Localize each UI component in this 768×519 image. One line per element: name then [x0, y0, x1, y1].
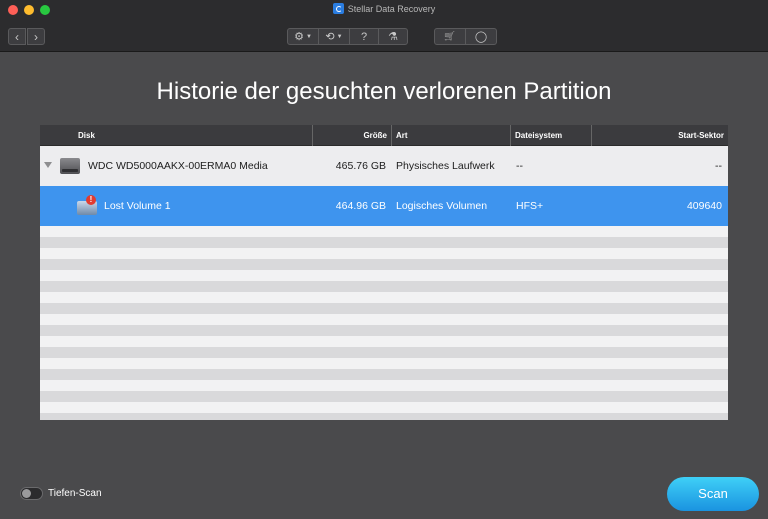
title-bar: Stellar Data Recovery ‹ › ⚙ ▼ ⟲ ▼ ? ⚗ 🛒 ◯ [0, 0, 768, 52]
disk-filesystem: -- [516, 160, 523, 172]
chevron-down-icon: ▼ [305, 33, 312, 40]
partition-history-table: Disk Größe Art Dateisystem Start-Sektor … [40, 125, 728, 420]
user-icon: ◯ [474, 31, 488, 43]
empty-row [40, 413, 728, 420]
column-type[interactable]: Art [392, 125, 511, 146]
column-disk[interactable]: Disk [40, 125, 313, 146]
stellar-logo-icon [332, 3, 344, 14]
analyze-button[interactable]: ⚗ [378, 28, 408, 45]
empty-row [40, 391, 728, 402]
cart-icon: 🛒 [444, 31, 456, 41]
volume-size: 464.96 GB [335, 200, 386, 212]
toolbar-tools-group: ⚙ ▼ ⟲ ▼ ? ⚗ [287, 28, 408, 45]
column-start-sector[interactable]: Start-Sektor [592, 125, 728, 146]
volume-filesystem: HFS+ [516, 200, 544, 212]
disk-start-sector: -- [715, 160, 722, 172]
history-icon: ⟲ [325, 31, 335, 43]
page-title: Historie der gesuchten verlorenen Partit… [156, 78, 612, 105]
history-menu-button[interactable]: ⟲ ▼ [318, 28, 350, 45]
toolbar-account-group: 🛒 ◯ [434, 28, 497, 45]
table-row-volume[interactable]: ! Lost Volume 1 464.96 GB Logisches Volu… [40, 186, 728, 226]
empty-row [40, 369, 728, 380]
deep-scan-toggle[interactable] [20, 487, 43, 500]
chevron-left-icon: ‹ [15, 29, 19, 44]
scan-button[interactable]: Scan [667, 477, 759, 511]
gear-icon: ⚙ [294, 31, 304, 43]
settings-menu-button[interactable]: ⚙ ▼ [287, 28, 319, 45]
empty-row [40, 281, 728, 292]
warning-icon: ! [86, 195, 96, 205]
chevron-down-icon: ▼ [336, 33, 343, 40]
window-title-text: Stellar Data Recovery [347, 4, 436, 14]
hard-drive-icon [60, 156, 80, 176]
empty-row [40, 347, 728, 358]
empty-row [40, 303, 728, 314]
deep-scan-label: Tiefen-Scan [48, 488, 102, 499]
table-body: WDC WD5000AAKX-00ERMA0 Media 465.76 GB P… [40, 146, 728, 420]
volume-name: Lost Volume 1 [104, 200, 171, 212]
help-button[interactable]: ? [349, 28, 379, 45]
column-size[interactable]: Größe [313, 125, 392, 146]
empty-row [40, 259, 728, 270]
column-filesystem[interactable]: Dateisystem [511, 125, 592, 146]
cart-button[interactable]: 🛒 [434, 28, 466, 45]
window-title: Stellar Data Recovery [0, 3, 768, 14]
toggle-knob [22, 489, 31, 498]
forward-button[interactable]: › [27, 28, 45, 45]
account-button[interactable]: ◯ [465, 28, 497, 45]
disclosure-triangle-icon[interactable] [44, 162, 52, 168]
back-button[interactable]: ‹ [8, 28, 26, 45]
microscope-icon: ⚗ [388, 31, 398, 43]
empty-row [40, 237, 728, 248]
chevron-right-icon: › [34, 29, 38, 44]
disk-type: Physisches Laufwerk [396, 160, 495, 172]
help-icon: ? [360, 30, 368, 43]
empty-row [40, 325, 728, 336]
table-header: Disk Größe Art Dateisystem Start-Sektor [40, 125, 728, 146]
disk-size: 465.76 GB [335, 160, 386, 172]
app-window: Stellar Data Recovery ‹ › ⚙ ▼ ⟲ ▼ ? ⚗ 🛒 ◯ [0, 0, 768, 519]
volume-start-sector: 409640 [686, 200, 722, 212]
volume-type: Logisches Volumen [396, 200, 488, 212]
disk-name: WDC WD5000AAKX-00ERMA0 Media [88, 160, 268, 172]
table-row-disk[interactable]: WDC WD5000AAKX-00ERMA0 Media 465.76 GB P… [40, 146, 728, 186]
volume-warning-icon: ! [77, 195, 99, 217]
